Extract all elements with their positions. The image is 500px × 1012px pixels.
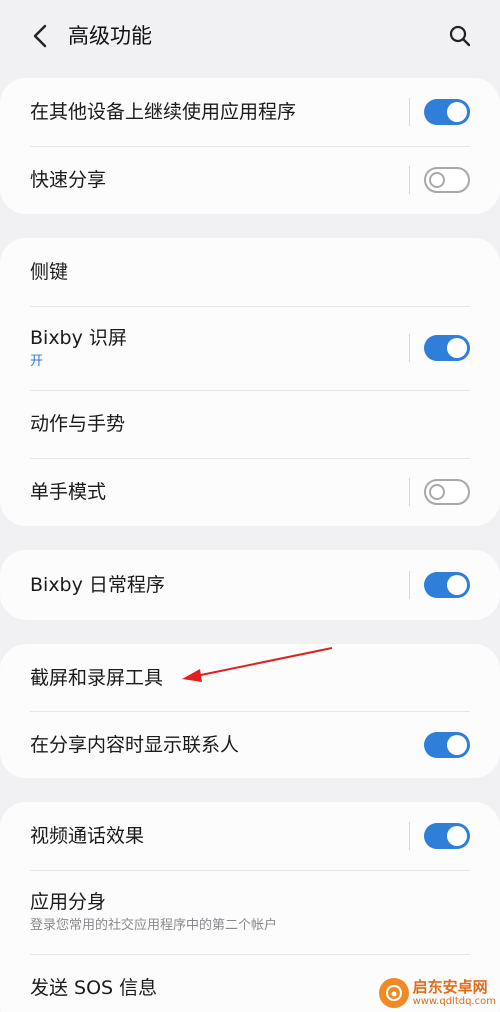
share-contacts-toggle[interactable] [424,731,470,758]
toggle-knob [447,826,467,846]
settings-group-4: 截屏和录屏工具 在分享内容时显示联系人 [0,644,500,778]
continue-apps-label: 在其他设备上继续使用应用程序 [30,101,297,123]
toggle-knob [447,734,467,755]
bixby-vision-row[interactable]: Bixby 识屏 开 [0,306,500,390]
dual-apps-label: 应用分身 [30,891,107,913]
one-hand-toggle[interactable] [424,479,470,505]
side-key-label: 侧键 [30,261,69,283]
one-hand-label: 单手模式 [30,481,107,503]
toggle-knob [429,484,445,500]
watermark: 启东安卓网 www.qdltdq.com [378,978,496,1008]
quick-share-toggle[interactable] [424,167,470,193]
toggle-knob [447,102,467,122]
bixby-vision-label: Bixby 识屏 [30,327,127,349]
page-title: 高级功能 [68,24,152,48]
bixby-routines-label: Bixby 日常程序 [30,574,165,596]
app-header: 高级功能 [0,0,500,72]
search-icon [449,25,471,47]
motions-label: 动作与手势 [30,413,126,435]
watermark-logo-icon [378,978,409,1008]
video-call-row[interactable]: 视频通话效果 [0,802,500,870]
dual-apps-row[interactable]: 应用分身 登录您常用的社交应用程序中的第二个帐户 [0,870,500,954]
divider [409,98,410,126]
continue-apps-toggle[interactable] [424,99,470,125]
quick-share-label: 快速分享 [30,169,107,191]
chevron-left-icon [33,24,47,48]
search-button[interactable] [442,18,478,54]
divider [409,478,410,506]
bixby-vision-status: 开 [30,354,44,369]
settings-group-1: 在其他设备上继续使用应用程序 快速分享 [0,78,500,214]
bixby-vision-toggle[interactable] [424,335,470,361]
motions-row[interactable]: 动作与手势 [0,390,500,458]
toggle-knob [429,172,445,188]
divider [409,822,410,850]
share-contacts-label: 在分享内容时显示联系人 [30,733,240,756]
side-key-row[interactable]: 侧键 [0,238,500,306]
bixby-routines-row[interactable]: Bixby 日常程序 [0,550,500,620]
settings-group-3: Bixby 日常程序 [0,550,500,620]
screenshot-tools-row[interactable]: 截屏和录屏工具 [0,644,500,711]
toggle-knob [447,338,467,358]
back-button[interactable] [22,18,58,54]
divider [409,166,410,194]
toggle-knob [447,575,467,595]
one-hand-row[interactable]: 单手模式 [0,458,500,526]
settings-group-2: 侧键 Bixby 识屏 开 动作与手势 单手模式 [0,238,500,526]
dual-apps-description: 登录您常用的社交应用程序中的第二个帐户 [30,918,278,933]
video-call-toggle[interactable] [424,823,470,849]
share-contacts-row[interactable]: 在分享内容时显示联系人 [0,711,500,778]
divider [409,571,410,599]
video-call-label: 视频通话效果 [30,825,145,847]
divider [409,334,410,362]
quick-share-row[interactable]: 快速分享 [0,146,500,214]
screenshot-tools-label: 截屏和录屏工具 [30,666,164,689]
watermark-name: 启东安卓网 [412,978,488,996]
continue-apps-row[interactable]: 在其他设备上继续使用应用程序 [0,78,500,146]
watermark-url: www.qdltdq.com [412,996,496,1007]
bixby-routines-toggle[interactable] [424,572,470,598]
